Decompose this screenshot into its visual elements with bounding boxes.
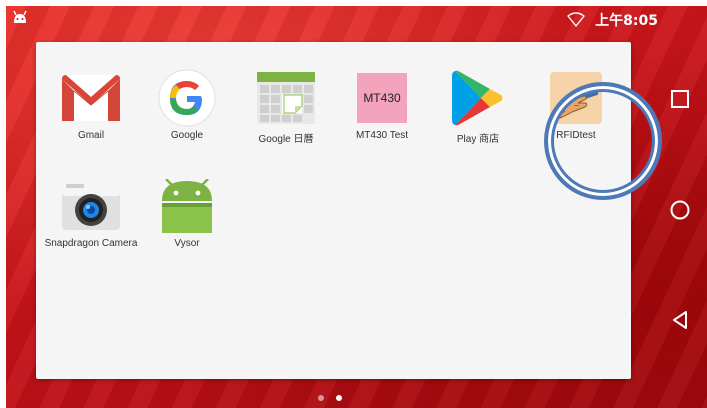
back-icon xyxy=(673,311,687,329)
mt430-icon: MT430 xyxy=(352,68,412,128)
app-label: Vysor xyxy=(174,238,200,249)
google-icon xyxy=(157,68,217,128)
home-icon xyxy=(670,200,690,220)
back-button[interactable] xyxy=(662,302,698,338)
app-label: MT430 Test xyxy=(355,130,409,141)
app-snapdragon-camera[interactable]: Snapdragon Camera xyxy=(41,170,141,270)
app-google-calendar[interactable]: Google 日曆 xyxy=(236,62,336,162)
play-store-icon xyxy=(448,68,508,128)
android-icon xyxy=(157,176,217,236)
app-label: RFIDtest xyxy=(556,130,596,141)
wifi-icon xyxy=(567,12,585,27)
app-label: Snapdragon Camera xyxy=(44,238,138,249)
app-label: Google 日曆 xyxy=(258,134,314,145)
gmail-icon xyxy=(61,68,121,128)
app-gmail[interactable]: Gmail xyxy=(41,62,141,162)
app-drawer: Gmail Google Google 日曆 MT430 MT430 Test … xyxy=(36,42,662,379)
page-dot[interactable] xyxy=(318,395,324,401)
mt430-icon-text: MT430 xyxy=(363,91,401,105)
app-label: Play 商店 xyxy=(456,134,500,145)
app-mt430-test[interactable]: MT430 MT430 Test xyxy=(332,62,432,162)
rfid-icon xyxy=(546,68,606,128)
app-play-store[interactable]: Play 商店 xyxy=(428,62,528,162)
recents-button[interactable] xyxy=(662,81,698,117)
home-button[interactable] xyxy=(662,192,698,228)
app-rfidtest[interactable]: RFIDtest xyxy=(526,62,626,162)
navigation-bar xyxy=(652,6,707,408)
status-time: 上午8:05 xyxy=(595,13,658,29)
app-label: Google xyxy=(170,130,204,141)
recents-icon xyxy=(671,90,689,108)
app-vysor[interactable]: Vysor xyxy=(137,170,237,270)
app-label: Gmail xyxy=(77,130,105,141)
page-indicator xyxy=(318,395,342,401)
page-dot-active[interactable] xyxy=(336,395,342,401)
camera-icon xyxy=(61,176,121,236)
google-calendar-icon xyxy=(256,68,316,128)
status-bar: 上午8:05 xyxy=(6,6,666,34)
home-screen: 上午8:05 Gmail Google Google 日曆 MT430 MT43… xyxy=(6,6,707,408)
android-head-icon xyxy=(13,10,27,23)
app-google[interactable]: Google xyxy=(137,62,237,162)
